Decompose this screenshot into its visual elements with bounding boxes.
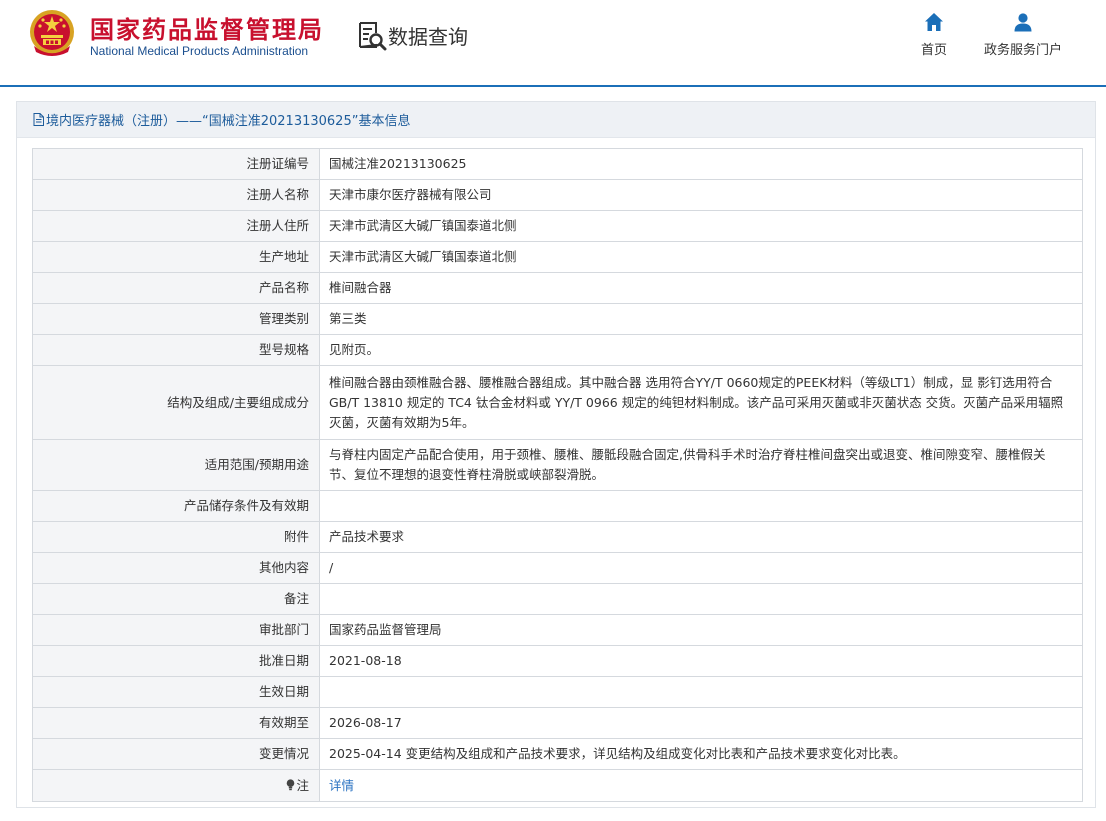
row-value-valid-until: 2026-08-17 xyxy=(319,707,1083,739)
row-label-other: 其他内容 xyxy=(32,552,320,584)
table-row: 生效日期 xyxy=(32,676,1083,708)
row-value-changes: 2025-04-14 变更结构及组成和产品技术要求，详见结构及组成变化对比表和产… xyxy=(319,738,1083,770)
site-title-cn: 国家药品监督管理局 xyxy=(90,16,324,44)
home-icon xyxy=(925,13,943,31)
row-value-product-name: 椎间融合器 xyxy=(319,272,1083,304)
row-value-effective-date xyxy=(319,676,1083,708)
row-label-effective-date: 生效日期 xyxy=(32,676,320,708)
national-emblem-icon xyxy=(30,10,74,56)
data-query-button[interactable]: 数据查询 xyxy=(357,18,468,52)
nav-portal-link[interactable]: 政务服务门户 xyxy=(978,12,1068,60)
table-row: 型号规格 见附页。 xyxy=(32,334,1083,366)
header-divider xyxy=(0,85,1106,87)
row-label-storage: 产品储存条件及有效期 xyxy=(32,490,320,522)
table-row: 注册人名称 天津市康尔医疗器械有限公司 xyxy=(32,179,1083,211)
row-label-intended-use: 适用范围/预期用途 xyxy=(32,439,320,491)
table-row: 注册人住所 天津市武清区大碱厂镇国泰道北侧 xyxy=(32,210,1083,242)
table-row: 适用范围/预期用途 与脊柱内固定产品配合使用，用于颈椎、腰椎、腰骶段融合固定,供… xyxy=(32,439,1083,491)
row-value-approval-dept: 国家药品监督管理局 xyxy=(319,614,1083,646)
row-label-valid-until: 有效期至 xyxy=(32,707,320,739)
row-label-production-address: 生产地址 xyxy=(32,241,320,273)
document-icon xyxy=(33,113,44,126)
row-value-management-class: 第三类 xyxy=(319,303,1083,335)
table-row: 注册证编号 国械注准20213130625 xyxy=(32,148,1083,180)
row-value-note: 详情 xyxy=(319,769,1083,802)
note-label-text: 注 xyxy=(296,777,309,793)
table-row: 其他内容 / xyxy=(32,552,1083,584)
user-icon xyxy=(1014,13,1032,32)
row-value-model-spec: 见附页。 xyxy=(319,334,1083,366)
row-value-other: / xyxy=(319,552,1083,584)
row-label-approval-date: 批准日期 xyxy=(32,645,320,677)
data-query-icon xyxy=(359,22,387,51)
panel-header: 境内医疗器械（注册）——“国械注准20213130625”基本信息 xyxy=(17,102,1095,138)
table-row: 变更情况 2025-04-14 变更结构及组成和产品技术要求，详见结构及组成变化… xyxy=(32,738,1083,770)
row-value-attachment: 产品技术要求 xyxy=(319,521,1083,553)
details-link[interactable]: 详情 xyxy=(329,778,354,793)
table-row: 批准日期 2021-08-18 xyxy=(32,645,1083,677)
row-label-registrant-name: 注册人名称 xyxy=(32,179,320,211)
row-value-registrant-address: 天津市武清区大碱厂镇国泰道北侧 xyxy=(319,210,1083,242)
row-label-approval-dept: 审批部门 xyxy=(32,614,320,646)
table-row: 有效期至 2026-08-17 xyxy=(32,707,1083,739)
row-value-intended-use: 与脊柱内固定产品配合使用，用于颈椎、腰椎、腰骶段融合固定,供骨科手术时治疗脊柱椎… xyxy=(319,439,1083,491)
table-row: 产品名称 椎间融合器 xyxy=(32,272,1083,304)
row-value-storage xyxy=(319,490,1083,522)
row-label-changes: 变更情况 xyxy=(32,738,320,770)
row-label-model-spec: 型号规格 xyxy=(32,334,320,366)
row-label-registration-no: 注册证编号 xyxy=(32,148,320,180)
data-query-label: 数据查询 xyxy=(388,24,468,49)
table-row: 管理类别 第三类 xyxy=(32,303,1083,335)
row-label-structure: 结构及组成/主要组成成分 xyxy=(32,365,320,440)
row-value-approval-date: 2021-08-18 xyxy=(319,645,1083,677)
row-value-registrant-name: 天津市康尔医疗器械有限公司 xyxy=(319,179,1083,211)
bulb-icon xyxy=(287,778,295,790)
nav-portal-label: 政务服务门户 xyxy=(983,43,1062,58)
row-value-structure: 椎间融合器由颈椎融合器、腰椎融合器组成。其中融合器 选用符合YY/T 0660规… xyxy=(319,365,1083,440)
table-row: 审批部门 国家药品监督管理局 xyxy=(32,614,1083,646)
row-value-registration-no: 国械注准20213130625 xyxy=(319,148,1083,180)
row-label-registrant-address: 注册人住所 xyxy=(32,210,320,242)
info-panel: 境内医疗器械（注册）——“国械注准20213130625”基本信息 注册证编号 … xyxy=(16,101,1096,808)
table-row: 产品储存条件及有效期 xyxy=(32,490,1083,522)
nav-home-label: 首页 xyxy=(920,43,947,58)
table-row: 备注 xyxy=(32,583,1083,615)
row-label-attachment: 附件 xyxy=(32,521,320,553)
row-value-remarks xyxy=(319,583,1083,615)
row-label-note: 注 xyxy=(32,769,320,802)
row-label-remarks: 备注 xyxy=(32,583,320,615)
registration-info-table: 注册证编号 国械注准20213130625 注册人名称 天津市康尔医疗器械有限公… xyxy=(32,148,1083,802)
table-row: 附件 产品技术要求 xyxy=(32,521,1083,553)
row-label-management-class: 管理类别 xyxy=(32,303,320,335)
table-row: 注 详情 xyxy=(32,769,1083,802)
row-label-product-name: 产品名称 xyxy=(32,272,320,304)
panel-title: 境内医疗器械（注册）——“国械注准20213130625”基本信息 xyxy=(46,114,411,129)
nav-home-link[interactable]: 首页 xyxy=(912,12,956,60)
row-value-production-address: 天津市武清区大碱厂镇国泰道北侧 xyxy=(319,241,1083,273)
table-row: 结构及组成/主要组成成分 椎间融合器由颈椎融合器、腰椎融合器组成。其中融合器 选… xyxy=(32,365,1083,440)
table-row: 生产地址 天津市武清区大碱厂镇国泰道北侧 xyxy=(32,241,1083,273)
site-title-en: National Medical Products Administration xyxy=(90,44,309,58)
site-header: 国家药品监督管理局 National Medical Products Admi… xyxy=(0,0,1106,87)
